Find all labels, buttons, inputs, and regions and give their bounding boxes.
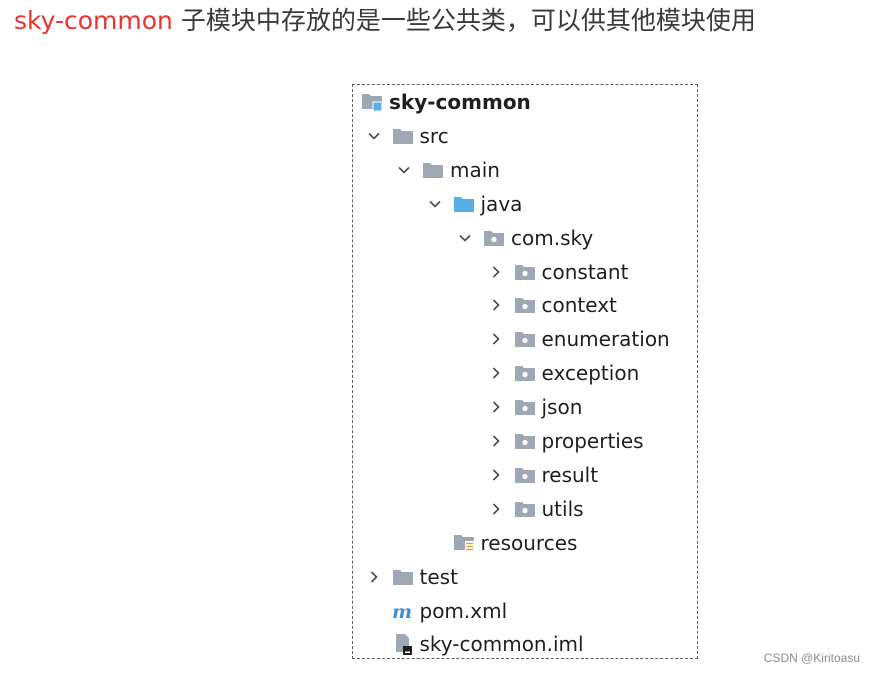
chevron-right-icon[interactable] [486, 431, 506, 451]
iml-file-icon [392, 634, 416, 656]
tree-item-label: json [541, 395, 583, 420]
tree-item-utils[interactable]: utils [486, 492, 584, 526]
tree-item-label: sky-common [389, 90, 531, 114]
svg-text:m: m [392, 601, 412, 621]
tree-item-label: constant [541, 259, 629, 284]
tree-item-main[interactable]: main [394, 153, 500, 187]
chevron-right-icon[interactable] [486, 465, 506, 485]
folder-icon [422, 160, 446, 180]
package-icon [514, 363, 538, 383]
tree-item-label: pom.xml [419, 598, 508, 623]
chevron-right-icon[interactable] [486, 295, 506, 315]
chevron-down-icon[interactable] [364, 126, 384, 146]
maven-file-icon: m [392, 601, 416, 621]
folder-icon [392, 567, 416, 587]
chevron-right-icon[interactable] [486, 397, 506, 417]
tree-item-context[interactable]: context [486, 288, 617, 322]
chevron-right-icon[interactable] [486, 499, 506, 519]
tree-item-label: context [541, 293, 617, 318]
tree-item-label: enumeration [541, 327, 670, 352]
tree-item-properties[interactable]: properties [486, 424, 644, 458]
package-icon [514, 499, 538, 519]
tree-item-test[interactable]: test [364, 560, 458, 594]
tree-item-label: exception [541, 361, 640, 386]
tree-item-com-sky[interactable]: com.sky [455, 221, 593, 255]
chevron-down-icon[interactable] [425, 194, 445, 214]
tree-item-label: src [419, 123, 449, 148]
package-icon [514, 329, 538, 349]
headline-description: 子模块中存放的是一些公共类，可以供其他模块使用 [172, 6, 756, 35]
tree-item-json[interactable]: json [486, 390, 583, 424]
tree-item-label: utils [541, 496, 584, 521]
source-root-folder-icon [453, 194, 477, 214]
tree-item-sky-common[interactable]: sky-common [361, 85, 531, 119]
tree-item-label: java [480, 191, 523, 216]
package-icon [514, 465, 538, 485]
module-folder-icon [361, 92, 385, 112]
tree-item-sky-common-iml[interactable]: sky-common.iml [392, 627, 584, 661]
tree-item-src[interactable]: src [364, 119, 449, 153]
package-icon [514, 431, 538, 451]
tree-item-label: main [450, 157, 500, 182]
package-icon [483, 228, 507, 248]
tree-item-label: resources [480, 530, 578, 555]
chevron-right-icon[interactable] [364, 567, 384, 587]
tree-item-java[interactable]: java [425, 187, 523, 221]
tree-item-result[interactable]: result [486, 458, 599, 492]
tree-item-exception[interactable]: exception [486, 356, 640, 390]
folder-icon [392, 126, 416, 146]
tree-item-constant[interactable]: constant [486, 255, 629, 289]
chevron-down-icon[interactable] [455, 228, 475, 248]
chevron-down-icon[interactable] [394, 160, 414, 180]
tree-item-label: com.sky [511, 225, 594, 250]
package-icon [514, 262, 538, 282]
package-icon [514, 295, 538, 315]
tree-item-resources[interactable]: resources [453, 526, 578, 560]
tree-item-label: test [419, 564, 458, 589]
tree-item-label: sky-common.iml [419, 632, 584, 657]
headline-module-name: sky-common [14, 6, 173, 35]
tree-item-label: properties [541, 429, 644, 453]
chevron-right-icon[interactable] [486, 363, 506, 383]
page-headline: sky-common 子模块中存放的是一些公共类，可以供其他模块使用 [14, 4, 756, 38]
resources-folder-icon [453, 533, 477, 553]
package-icon [514, 397, 538, 417]
chevron-right-icon[interactable] [486, 262, 506, 282]
project-tree-panel: sky-common src main java com.sky constant cont… [352, 84, 698, 659]
tree-item-label: result [541, 462, 599, 487]
watermark: CSDN @Kiritoasu [763, 651, 860, 665]
tree-item-pom-xml[interactable]: m pom.xml [392, 594, 508, 628]
tree-item-enumeration[interactable]: enumeration [486, 322, 670, 356]
chevron-right-icon[interactable] [486, 329, 506, 349]
